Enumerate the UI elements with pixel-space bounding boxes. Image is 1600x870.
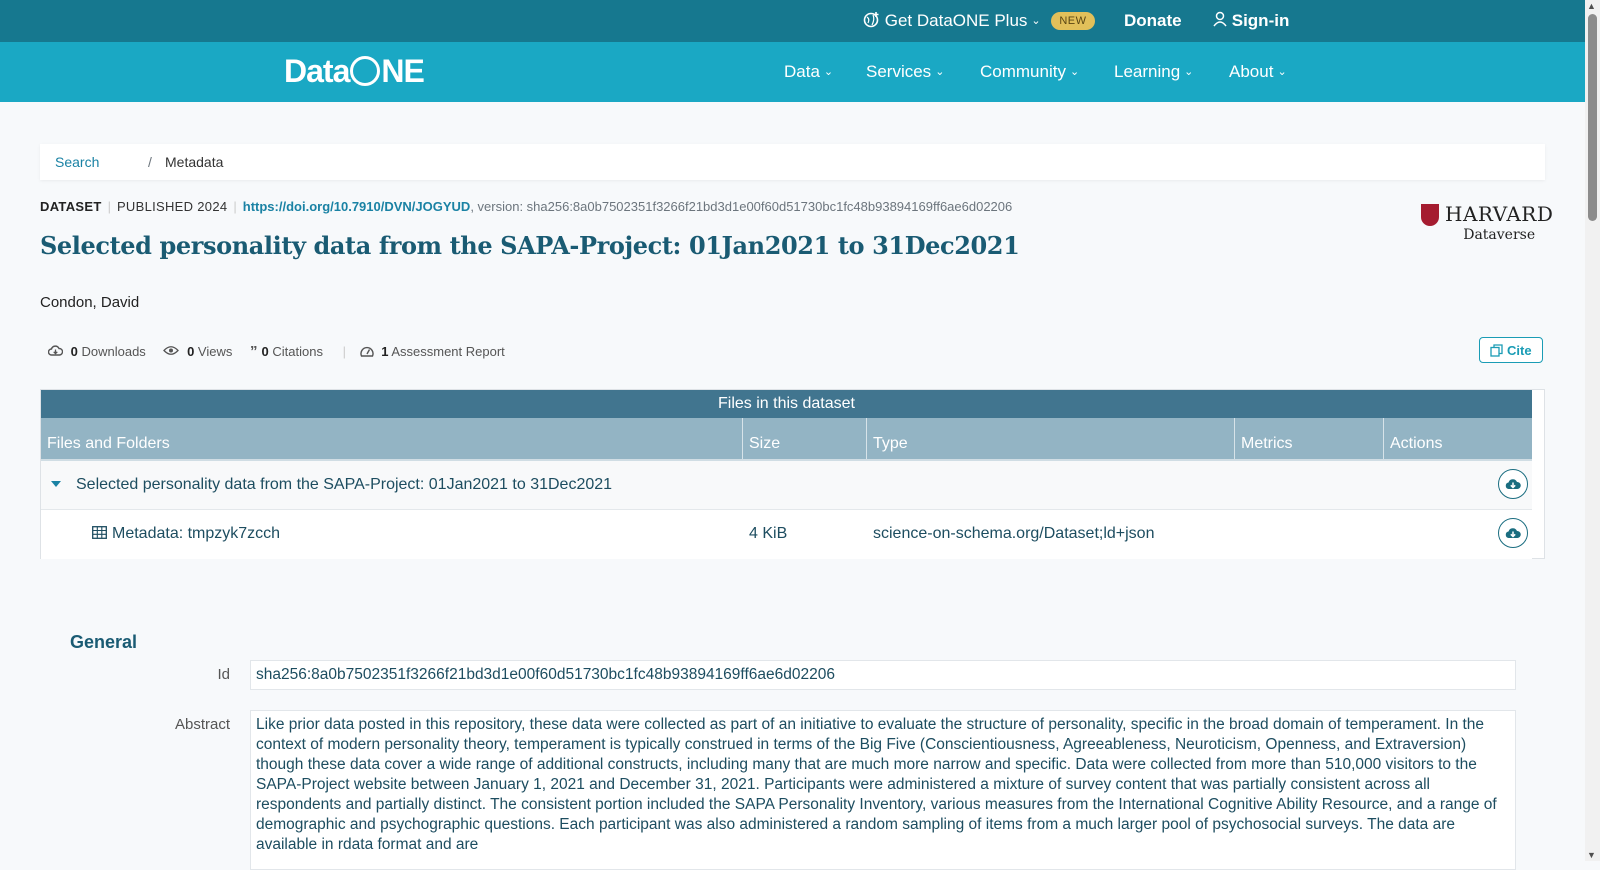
citations-count: 0 <box>261 344 269 359</box>
get-dataone-plus-label: Get DataONE Plus <box>884 11 1028 30</box>
assessment-count: 1 <box>381 344 389 359</box>
sign-in-label: Sign-in <box>1231 11 1290 30</box>
id-field-label: Id <box>217 666 230 683</box>
divider: | <box>342 344 346 359</box>
repository-subname: Dataverse <box>1463 227 1536 243</box>
dataset-type-label: DATASET <box>40 199 102 214</box>
page-title: Selected personality data from the SAPA-… <box>40 231 1020 260</box>
divider: | <box>107 199 111 214</box>
file-type: science-on-schema.org/Dataset;ld+json <box>873 525 1155 542</box>
published-label: PUBLISHED 2024 <box>116 199 228 214</box>
breadcrumb: Search / Metadata <box>40 144 1545 180</box>
sign-in-link[interactable]: Sign-in <box>1213 11 1289 31</box>
breadcrumb-search-link[interactable]: Search <box>55 144 99 180</box>
views-label: Views <box>197 344 233 359</box>
scroll-down-arrow-icon[interactable]: ▼ <box>1587 850 1596 860</box>
dataone-logo[interactable]: Data NE <box>284 53 425 90</box>
chevron-down-icon: ⌄ <box>1031 15 1041 27</box>
chevron-down-icon: ⌄ <box>935 66 945 78</box>
globe-icon <box>350 56 381 86</box>
cite-button-label: Cite <box>1507 343 1532 358</box>
file-name: Metadata: tmpzyk7zcch <box>112 525 281 542</box>
new-badge: NEW <box>1051 12 1095 30</box>
files-table-header: Files and Folders Size Type Metrics Acti… <box>41 418 1532 461</box>
nav-item-learning[interactable]: Learning ⌄ <box>1114 62 1193 82</box>
download-button[interactable] <box>1498 518 1528 548</box>
column-header-metrics: Metrics <box>1235 418 1384 459</box>
column-header-files: Files and Folders <box>41 418 743 459</box>
citations-metric[interactable]: ” 0 Citations <box>250 343 323 360</box>
file-size: 4 KiB <box>749 525 788 542</box>
downloads-metric[interactable]: 0 Downloads <box>47 344 146 359</box>
table-row: Metadata: tmpzyk7zcch 4 KiB science-on-s… <box>41 510 1532 559</box>
doi-link[interactable]: https://doi.org/10.7910/DVN/JOGYUD <box>243 199 471 214</box>
author-name[interactable]: Condon, David <box>40 294 139 311</box>
views-count: 0 <box>187 344 195 359</box>
nav-item-label: Learning <box>1114 62 1181 81</box>
chevron-down-icon: ⌄ <box>823 66 834 78</box>
id-field-value: sha256:8a0b7502351f3266f21bd3d1e00f60d51… <box>250 660 1516 690</box>
version-text: , version: sha256:8a0b7502351f3266f21bd3… <box>470 199 1013 214</box>
assessment-label: Assessment Report <box>391 344 505 359</box>
column-header-size: Size <box>743 418 867 459</box>
cloud-download-icon <box>47 344 67 359</box>
repository-name: HARVARD <box>1445 202 1554 226</box>
user-icon <box>1213 11 1232 30</box>
dataset-meta-line: DATASET | PUBLISHED 2024 | https://doi.org/1… <box>40 199 1012 215</box>
breadcrumb-separator: / <box>148 154 152 170</box>
abstract-field-value: Like prior data posted in this repositor… <box>250 710 1516 870</box>
nav-item-label: Community <box>980 62 1066 81</box>
caret-down-icon[interactable] <box>51 481 61 487</box>
cite-button[interactable]: Cite <box>1479 337 1543 363</box>
scrollbar-thumb[interactable] <box>1588 14 1597 221</box>
nav-item-about[interactable]: About ⌄ <box>1229 62 1287 82</box>
scroll-up-arrow-icon[interactable]: ▲ <box>1587 1 1596 11</box>
column-header-actions: Actions <box>1390 435 1443 452</box>
download-button[interactable] <box>1498 469 1528 499</box>
chevron-down-icon: ⌄ <box>1069 66 1080 78</box>
files-table: Files in this dataset Files and Folders … <box>40 389 1545 559</box>
views-metric[interactable]: 0 Views <box>163 344 232 359</box>
column-header-type: Type <box>867 418 1235 459</box>
abstract-field-label: Abstract <box>174 716 230 733</box>
divider: | <box>233 199 237 214</box>
donate-link[interactable]: Donate <box>1124 11 1182 31</box>
globe-plus-icon <box>863 11 885 30</box>
chevron-down-icon: ⌄ <box>1277 66 1287 78</box>
gauge-icon <box>359 344 378 359</box>
table-icon <box>92 525 107 545</box>
breadcrumb-current: Metadata <box>165 154 224 170</box>
quote-icon: ” <box>250 343 258 360</box>
main-navigation: Data NE Data ⌄ Services ⌄ Community ⌄ Learni… <box>0 42 1585 102</box>
nav-item-services[interactable]: Services ⌄ <box>866 62 944 82</box>
utility-bar: Get DataONE Plus ⌄ NEW Donate Sign-in <box>0 0 1585 42</box>
nav-item-label: About <box>1229 62 1274 81</box>
table-row: Selected personality data from the SAPA-… <box>41 461 1532 510</box>
assessment-metric[interactable]: 1 Assessment Report <box>359 344 505 359</box>
file-name-cell[interactable]: Metadata: tmpzyk7zcch <box>92 524 280 545</box>
general-section-title: General <box>70 632 138 652</box>
nav-item-label: Data <box>784 62 820 81</box>
harvard-shield-icon <box>1421 204 1439 226</box>
downloads-count: 0 <box>70 344 78 359</box>
eye-icon <box>163 344 183 359</box>
nav-item-community[interactable]: Community ⌄ <box>980 62 1079 82</box>
copy-icon <box>1490 343 1507 358</box>
citations-label: Citations <box>272 344 323 359</box>
folder-name[interactable]: Selected personality data from the SAPA-… <box>76 475 612 495</box>
downloads-label: Downloads <box>81 344 146 359</box>
get-dataone-plus-menu[interactable]: Get DataONE Plus ⌄ NEW <box>863 11 1095 31</box>
files-table-caption: Files in this dataset <box>41 390 1532 418</box>
metrics-bar: 0 Downloads 0 Views ” 0 Citations | 1 Ass… <box>47 343 519 360</box>
nav-item-data[interactable]: Data ⌄ <box>784 62 833 82</box>
nav-item-label: Services <box>866 62 932 81</box>
chevron-down-icon: ⌄ <box>1184 66 1194 78</box>
repository-logo[interactable]: HARVARD Dataverse <box>1421 202 1553 243</box>
page-scrollbar[interactable]: ▲ ▼ <box>1585 0 1600 861</box>
